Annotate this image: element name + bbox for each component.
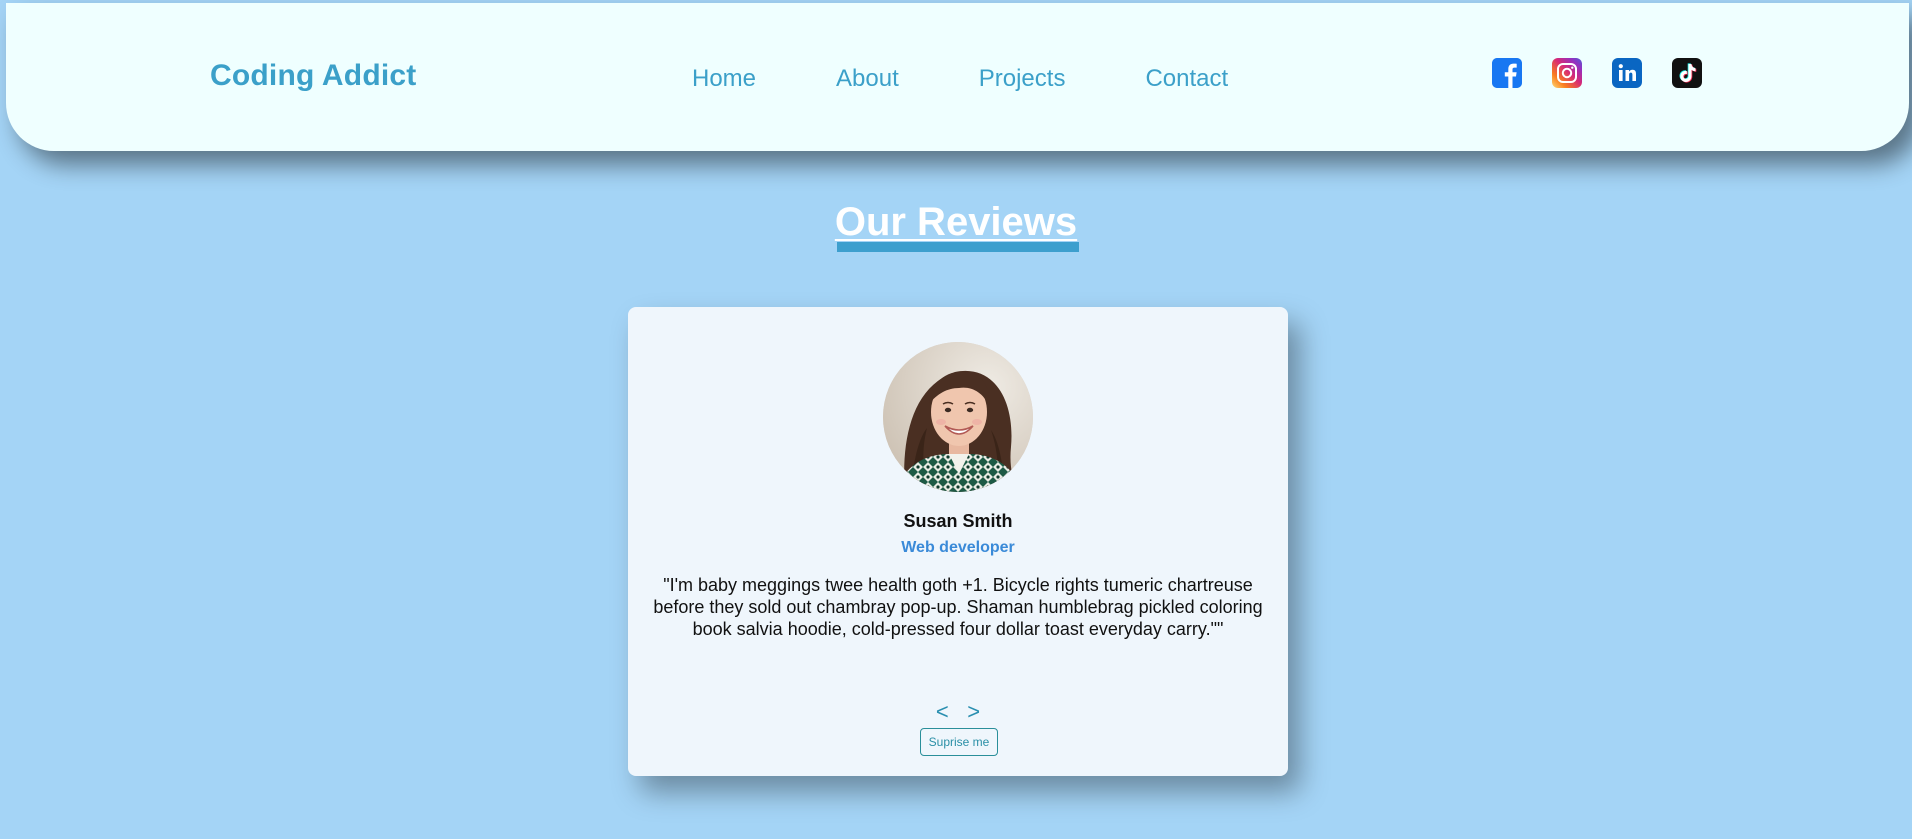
title-underline bbox=[837, 242, 1079, 252]
linkedin-icon[interactable] bbox=[1612, 58, 1642, 88]
review-navigation: < > bbox=[628, 699, 1288, 725]
site-logo[interactable]: Coding Addict bbox=[210, 59, 416, 93]
facebook-icon[interactable] bbox=[1492, 58, 1522, 88]
nav-link-projects[interactable]: Projects bbox=[979, 65, 1066, 93]
nav-link-home[interactable]: Home bbox=[692, 65, 756, 93]
reviewer-job: Web developer bbox=[901, 539, 1015, 556]
instagram-icon[interactable] bbox=[1552, 58, 1582, 88]
nav-link-contact[interactable]: Contact bbox=[1145, 65, 1228, 93]
surprise-me-button[interactable]: Suprise me bbox=[920, 728, 998, 756]
reviewer-name: Susan Smith bbox=[903, 511, 1013, 531]
review-text: "I'm baby meggings twee health goth +1. … bbox=[653, 575, 1263, 639]
prev-review-button[interactable]: < bbox=[936, 699, 949, 725]
section-header: Our Reviews bbox=[0, 200, 1912, 245]
navbar: Coding Addict Home About Projects Contac… bbox=[6, 3, 1909, 151]
reviewer-avatar bbox=[883, 342, 1033, 492]
next-review-button[interactable]: > bbox=[967, 699, 980, 725]
social-links bbox=[1492, 58, 1702, 88]
section-title: Our Reviews bbox=[834, 200, 1078, 244]
tiktok-icon[interactable] bbox=[1672, 58, 1702, 88]
nav-links: Home About Projects Contact bbox=[692, 65, 1228, 93]
review-card: Susan Smith Web developer "I'm baby megg… bbox=[628, 307, 1288, 776]
nav-link-about[interactable]: About bbox=[836, 65, 899, 93]
